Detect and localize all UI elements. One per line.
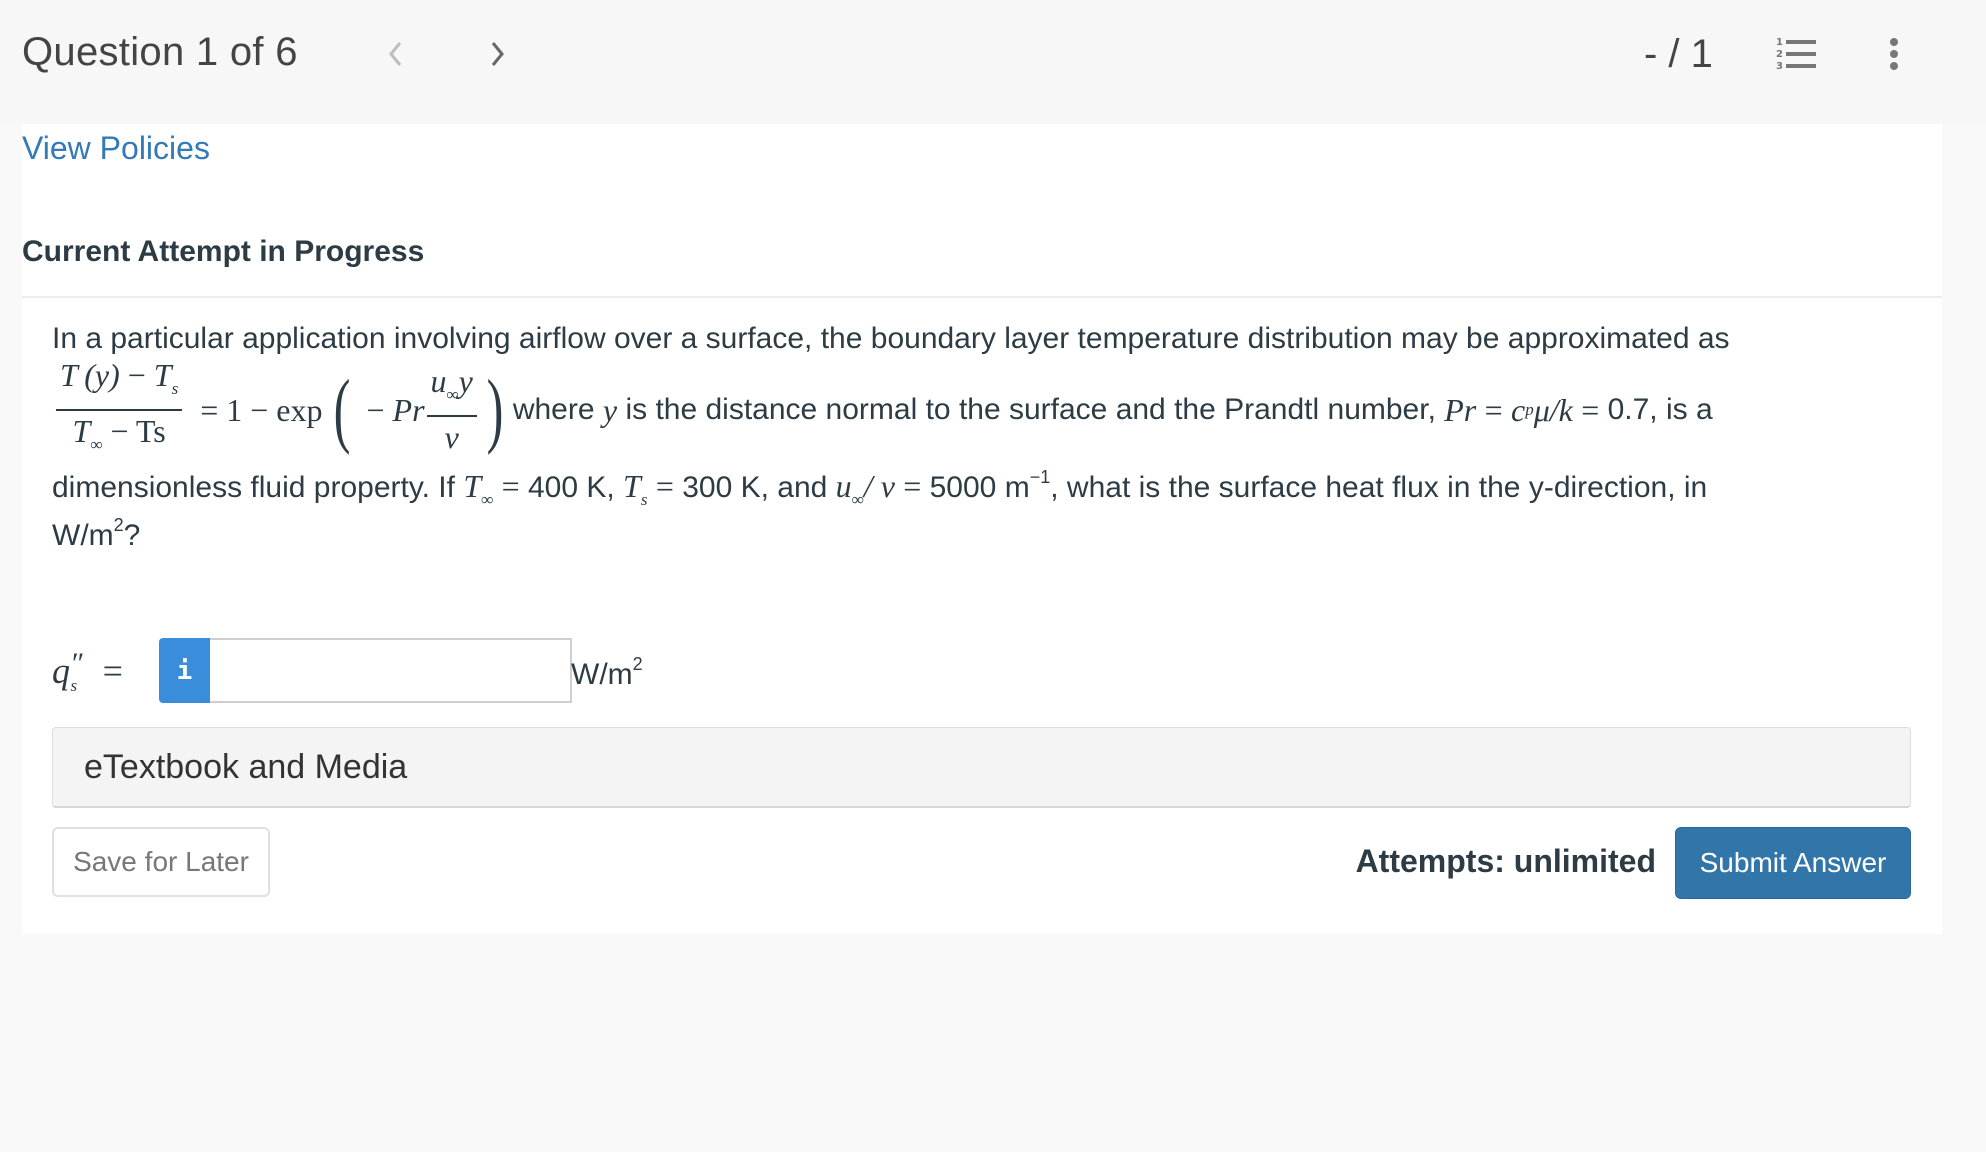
prandtl-value: 0.7, is a [1607,393,1713,426]
chevron-right-icon [491,42,504,66]
numbered-list-icon: 1 2 3 [1776,37,1816,72]
heat-flux-answer-input[interactable] [210,638,572,703]
question-text: , what is the surface heat flux in the y… [1050,471,1708,504]
eq-symbol: (y) [84,357,120,393]
eq-symbol: T [623,468,641,504]
previous-question-button[interactable] [380,34,410,74]
eq-symbol: c [1510,392,1526,428]
eq-symbol: ν [444,419,459,455]
answer-label: q″s = [52,646,123,711]
question-panel: View Policies Current Attempt in Progres… [22,124,1942,934]
section-divider [22,296,1942,298]
question-header: Question 1 of 6 - / 1 1 2 3 [0,0,1986,124]
next-question-button[interactable] [483,34,513,74]
eq-symbol: ∞ [481,490,494,509]
question-text: ? [123,519,141,552]
eq-symbol: Pr [392,392,425,428]
exponent: −1 [1029,467,1051,487]
eq-symbol: ∞ [851,490,864,509]
question-list-button[interactable]: 1 2 3 [1776,36,1820,72]
etextbook-media-panel[interactable]: eTextbook and Media [52,727,1911,808]
eq-symbol: q [52,651,70,691]
more-options-button[interactable] [1882,34,1906,74]
eq-symbol: p [1525,400,1534,419]
kebab-menu-icon [1890,38,1898,70]
etextbook-media-label: eTextbook and Media [84,748,408,786]
view-policies-link[interactable]: View Policies [22,128,210,168]
eq-symbol: u [430,363,447,399]
eq-symbol: T [153,357,172,393]
question-equation-line: T (y) − Ts T∞ − Ts = 1 − exp ( − Pr u∞y … [52,357,1713,463]
eq-symbol: T [60,357,78,393]
eq-symbol: T [463,468,482,504]
surface-temperature-value: 300 K, and [682,471,828,504]
question-text: where [512,393,595,426]
attempts-remaining: Attempts: unlimited [1355,843,1656,879]
eq-symbol: ∞ [446,385,459,404]
eq-symbol: Ts [135,413,166,449]
svg-text:2: 2 [1776,49,1783,60]
right-paren: ) [486,363,504,456]
eq-symbol: Pr [1444,392,1477,428]
eq-symbol: u [835,468,852,504]
eq-exp-term: = 1 − exp [200,392,323,428]
eq-symbol: − [366,392,385,428]
submit-answer-button[interactable]: Submit Answer [1675,827,1911,899]
eq-symbol: = [1581,392,1600,428]
attempt-status-heading: Current Attempt in Progress [22,235,425,268]
question-text-line-4: W/m2? [52,505,140,556]
eq-symbol: − [110,413,129,449]
eq-symbol: T [72,413,91,449]
eq-symbol: − [127,357,146,393]
question-text: is the distance normal to the surface an… [625,393,1436,426]
eq-symbol: y [458,363,473,399]
question-text: dimensionless fluid property. If [52,471,455,504]
eq-symbol: = [102,651,123,691]
eq-symbol: = [501,468,520,504]
free-stream-temperature-value: 400 K, [527,471,615,504]
question-counter: Question 1 of 6 [22,30,298,74]
eq-symbol: s [171,379,179,398]
velocity-ratio-value: 5000 m [929,471,1030,504]
left-paren: ( [334,363,351,456]
chevron-left-icon [389,42,402,66]
temperature-ratio-fraction: T (y) − Ts T∞ − Ts [56,357,183,463]
info-icon: i [176,655,193,686]
score-display: - / 1 [1644,32,1713,76]
velocity-ratio-fraction: u∞y ν [426,363,477,457]
unit-text: W/m [571,658,633,691]
exponent: 2 [632,654,643,674]
answer-info-button[interactable]: i [159,638,210,703]
eq-symbol: = [655,468,674,504]
eq-symbol: ″ [70,647,83,680]
eq-symbol: / ν [863,468,895,504]
question-text: W/m [52,519,114,552]
question-text-line-1: In a particular application involving ai… [52,322,1730,355]
question-text-line-3: dimensionless fluid property. If T∞ = 40… [52,457,1707,520]
eq-symbol: s [640,490,648,509]
save-for-later-button[interactable]: Save for Later [52,827,270,897]
eq-symbol: ∞ [90,435,103,454]
exponent: 2 [113,515,124,535]
eq-symbol: = [1484,392,1503,428]
eq-symbol: y [602,392,618,428]
answer-unit: W/m2 [571,644,643,695]
svg-text:3: 3 [1776,61,1783,70]
eq-symbol: = [903,468,922,504]
svg-text:1: 1 [1776,37,1783,48]
eq-symbol: μ/k [1533,392,1573,428]
